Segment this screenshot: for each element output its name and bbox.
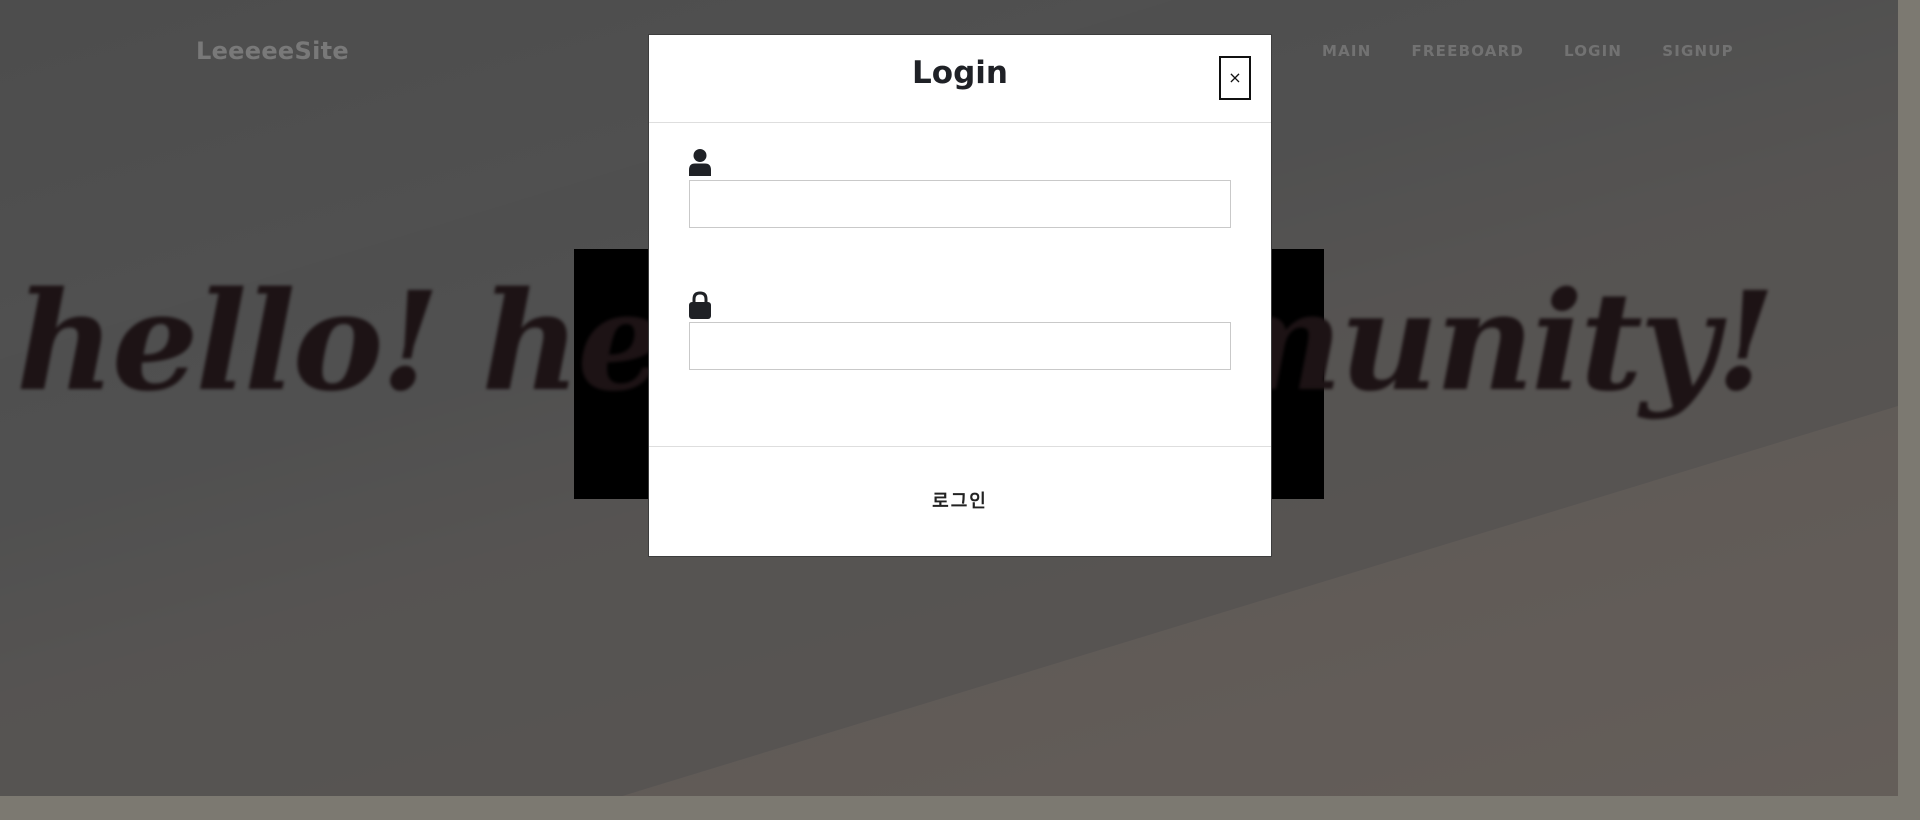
- close-button[interactable]: ×: [1219, 56, 1251, 100]
- user-icon: [689, 149, 711, 176]
- lock-icon: [689, 291, 711, 319]
- password-input[interactable]: [689, 322, 1231, 370]
- modal-title: Login: [912, 55, 1008, 91]
- login-modal: Login × 로그인: [648, 34, 1272, 557]
- modal-body: [649, 123, 1271, 446]
- login-submit-label: 로그인: [932, 491, 988, 512]
- login-submit-button[interactable]: 로그인: [649, 487, 1271, 513]
- username-input[interactable]: [689, 180, 1231, 228]
- modal-header: Login ×: [649, 35, 1271, 123]
- modal-footer: 로그인: [649, 446, 1271, 557]
